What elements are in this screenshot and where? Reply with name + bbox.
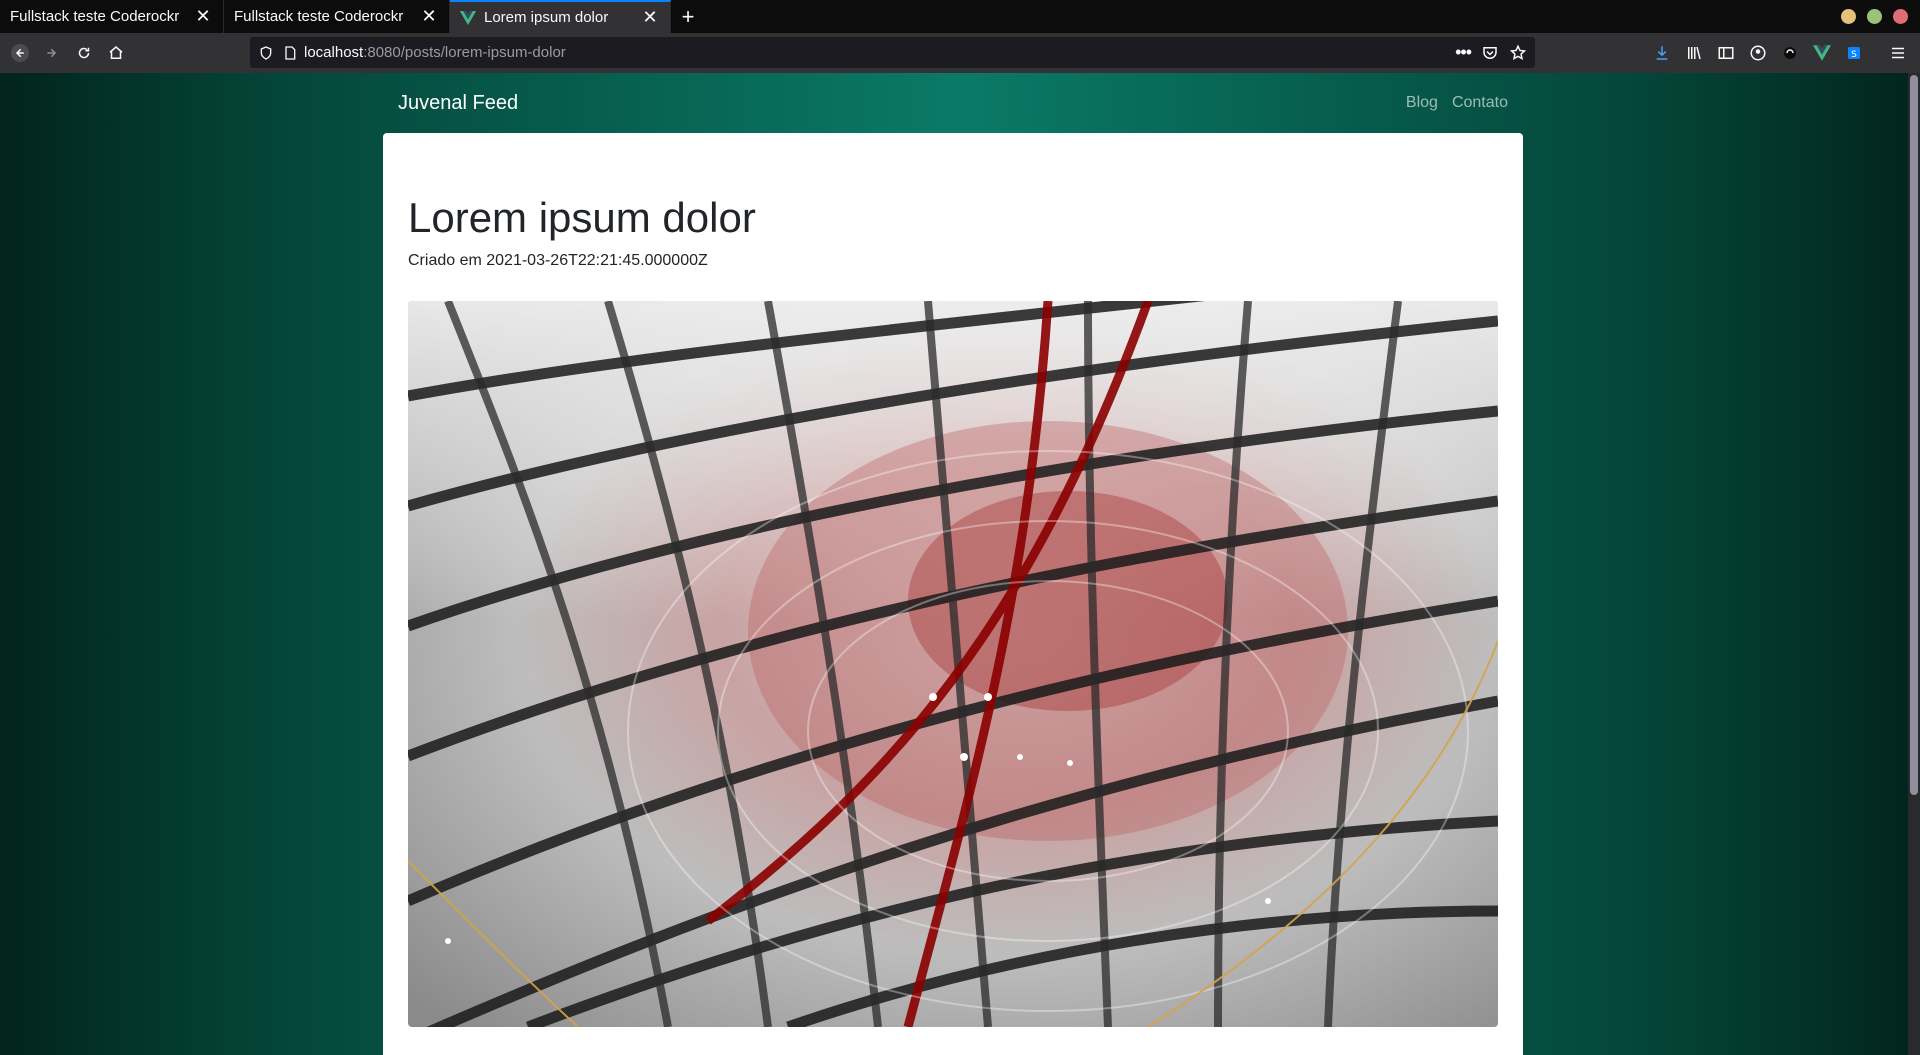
extension-icon xyxy=(1784,47,1796,59)
url-bar[interactable]: localhost:8080/posts/lorem-ipsum-dolor •… xyxy=(250,37,1535,68)
url-path: :8080/posts/lorem-ipsum-dolor xyxy=(363,44,566,61)
new-tab-button[interactable]: + xyxy=(671,0,705,33)
tab-fullstack-2[interactable]: Fullstack teste Coderockr ✕ xyxy=(224,0,450,33)
url-actions: ••• xyxy=(1455,37,1527,68)
more-actions-icon[interactable]: ••• xyxy=(1455,42,1472,63)
close-tab-icon[interactable]: ✕ xyxy=(419,6,439,27)
shield-icon[interactable] xyxy=(258,45,274,61)
menu-button[interactable] xyxy=(1882,37,1914,69)
downloads-button[interactable] xyxy=(1646,37,1678,69)
pocket-icon[interactable] xyxy=(1481,44,1499,62)
extension-button-s[interactable]: S xyxy=(1838,37,1870,69)
maximize-button[interactable] xyxy=(1867,9,1882,24)
page-info-icon[interactable] xyxy=(282,45,298,61)
site-nav-links: Blog Contato xyxy=(1406,94,1508,112)
post-image xyxy=(408,301,1498,1027)
tab-fullstack-1[interactable]: Fullstack teste Coderockr ✕ xyxy=(0,0,224,33)
home-icon xyxy=(109,46,123,59)
extension-button-1[interactable] xyxy=(1774,37,1806,69)
library-icon xyxy=(1688,46,1701,60)
page-viewport: Juvenal Feed Blog Contato Lorem ipsum do… xyxy=(0,73,1920,1055)
url-host: localhost xyxy=(304,44,364,61)
close-window-button[interactable] xyxy=(1893,9,1908,24)
s-extension-icon: S xyxy=(1848,47,1860,60)
back-button[interactable] xyxy=(4,37,36,69)
scrollbar-thumb[interactable] xyxy=(1910,75,1918,795)
download-icon xyxy=(1656,46,1668,60)
back-arrow-icon xyxy=(11,44,29,62)
nav-link-blog[interactable]: Blog xyxy=(1406,94,1438,112)
nav-link-contato[interactable]: Contato xyxy=(1452,94,1508,112)
sidebar-icon xyxy=(1718,47,1734,59)
tab-title: Fullstack teste Coderockr xyxy=(234,8,404,25)
forward-button[interactable] xyxy=(36,37,68,69)
vue-devtools-icon xyxy=(1813,45,1831,61)
library-button[interactable] xyxy=(1678,37,1710,69)
account-button[interactable] xyxy=(1742,37,1774,69)
toolbar-right: S xyxy=(1646,37,1920,69)
close-tab-icon[interactable]: ✕ xyxy=(640,7,660,28)
architecture-photo xyxy=(408,301,1498,1027)
account-icon xyxy=(1750,45,1766,61)
close-tab-icon[interactable]: ✕ xyxy=(193,6,213,27)
reload-icon xyxy=(78,47,90,59)
window-controls xyxy=(1841,9,1908,24)
tab-lorem-ipsum[interactable]: Lorem ipsum dolor ✕ xyxy=(450,0,671,33)
home-button[interactable] xyxy=(100,37,132,69)
page-scrollbar[interactable] xyxy=(1908,73,1920,1055)
tab-bar: Fullstack teste Coderockr ✕ Fullstack te… xyxy=(0,0,1920,33)
post-card: Lorem ipsum dolor Criado em 2021-03-26T2… xyxy=(383,133,1523,1055)
reload-button[interactable] xyxy=(68,37,100,69)
navigation-toolbar: localhost:8080/posts/lorem-ipsum-dolor •… xyxy=(0,33,1920,73)
hamburger-menu-icon xyxy=(1892,47,1904,59)
vue-logo-icon xyxy=(460,10,476,25)
forward-arrow-icon xyxy=(47,48,57,58)
tab-title: Lorem ipsum dolor xyxy=(484,9,609,26)
tab-title: Fullstack teste Coderockr xyxy=(10,8,180,25)
minimize-button[interactable] xyxy=(1841,9,1856,24)
vue-devtools-button[interactable] xyxy=(1806,37,1838,69)
post-date: Criado em 2021-03-26T22:21:45.000000Z xyxy=(408,252,708,270)
bookmark-star-icon[interactable] xyxy=(1509,43,1527,62)
svg-text:S: S xyxy=(1851,50,1857,60)
post-title: Lorem ipsum dolor xyxy=(408,194,756,241)
site-navbar: Juvenal Feed Blog Contato xyxy=(383,73,1523,133)
sidebar-button[interactable] xyxy=(1710,37,1742,69)
site-brand[interactable]: Juvenal Feed xyxy=(398,92,518,115)
